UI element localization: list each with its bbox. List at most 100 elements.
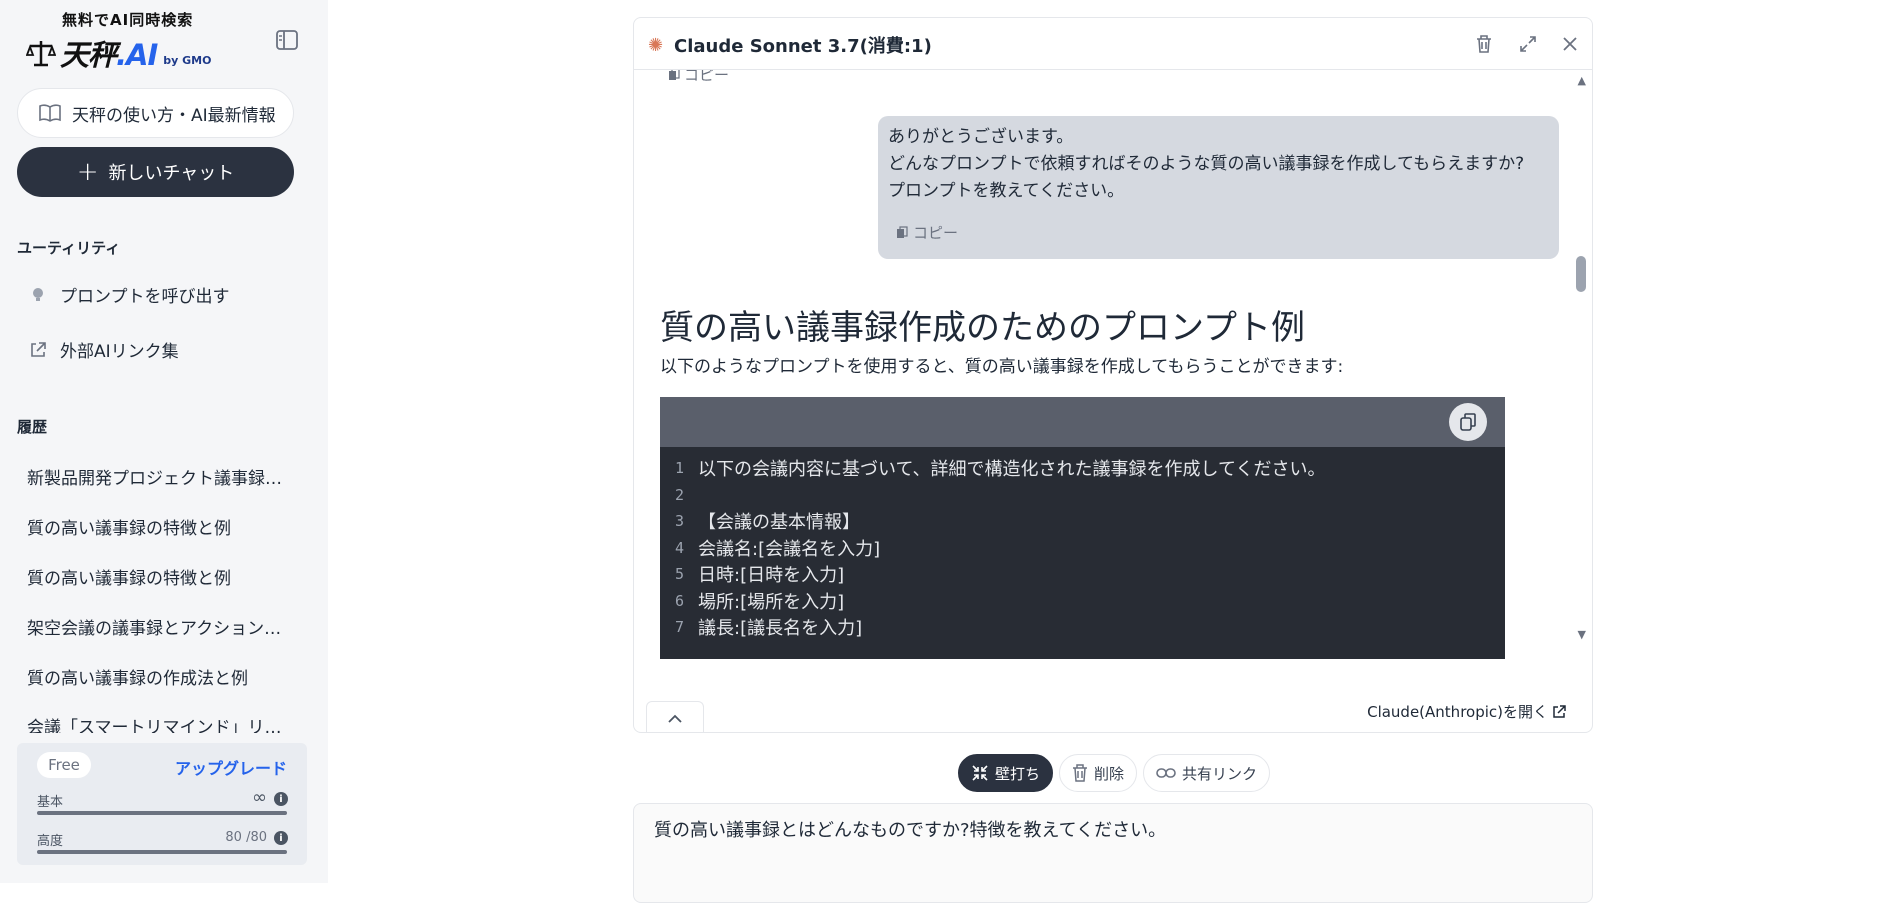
lightbulb-icon [33,287,43,301]
wall-label: 壁打ち [995,764,1041,783]
utility-item-label: 外部AIリンク集 [60,342,179,362]
plus-icon: + [76,157,99,187]
code-line: 6 場所:[場所を入力] [660,588,1505,615]
quota-advanced-value: 80 /80 [225,830,267,845]
sidebar: 無料でAI同時検索 天秤.AI by GMO 天秤の使い方・AI最新情報 + 新… [0,0,328,883]
history-item[interactable]: 質の高い議事録の特徴と例 [27,514,297,539]
chat-scroll-area[interactable]: コピー ありがとうございます。 どんなプロンプトで依頼すればそのような質の高い議… [634,70,1592,660]
code-line: 5 日時:[日時を入力] [660,561,1505,588]
expand-icon[interactable] [1516,32,1540,56]
code-line: 3 【会議の基本情報】 [660,508,1505,535]
code-line-number: 2 [674,485,684,504]
wall-button[interactable]: 壁打ち [958,754,1054,792]
copy-label: コピー [684,70,730,84]
scroll-up-arrow[interactable]: ▲ [1578,74,1586,87]
plan-tier-badge: Free [37,752,91,778]
scrollbar-thumb[interactable] [1576,256,1586,292]
code-line: 1 以下の会議内容に基づいて、詳細で構造化された議事録を作成してください。 [660,455,1505,482]
external-link-icon [31,341,46,357]
quota-basic-fill [37,811,287,815]
info-icon[interactable]: i [274,831,288,845]
quota-advanced-fill [37,850,287,854]
code-line-number: 6 [674,591,684,610]
code-line-number: 1 [674,459,684,478]
code-line-number: 3 [674,512,684,531]
model-name: Claude Sonnet 3.7(消費:1) [674,36,932,57]
copy-icon [897,226,908,238]
history-item[interactable]: 質の高い議事録の作成法と例 [27,664,297,689]
code-line-text: 以下の会議内容に基づいて、詳細で構造化された議事録を作成してください。 [698,459,1326,481]
trash-icon [1073,764,1088,782]
link-icon [1156,768,1176,778]
code-line-number: 5 [674,565,684,584]
sidebar-collapse-icon[interactable] [275,29,299,51]
utility-item-links[interactable]: 外部AIリンク集 [28,337,179,362]
reply-heading: 質の高い議事録作成のためのプロンプト例 [660,308,1305,348]
code-line-number: 4 [674,538,684,557]
code-line-text: 日時:[日時を入力] [698,565,845,587]
scale-icon [26,41,56,67]
chat-input[interactable]: 質の高い議事録とはどんなものですか?特徴を教えてください。 [633,803,1593,903]
history-item[interactable]: 会議「スマートリマインド」リリ… [27,713,297,733]
copy-label: コピー [913,224,959,242]
code-line: 2 [660,482,1505,509]
new-chat-label: 新しいチャット [108,163,235,184]
user-message-bubble: ありがとうございます。 どんなプロンプトで依頼すればそのような質の高い議事録を作… [878,116,1559,259]
close-icon[interactable] [1558,32,1582,56]
code-line: 7 議長:[議長名を入力] [660,614,1505,641]
utility-item-prompts[interactable]: プロンプトを呼び出す [28,282,230,307]
share-link-button[interactable]: 共有リンク [1143,754,1271,792]
code-line-text: 【会議の基本情報】 [698,512,860,534]
external-link-icon [1553,704,1566,718]
user-message-line: どんなプロンプトで依頼すればそのような質の高い議事録を作成してもらえますか? [888,154,1525,174]
book-icon [39,104,61,122]
panel-header: ✺ Claude Sonnet 3.7(消費:1) [634,18,1592,70]
new-chat-button[interactable]: + 新しいチャット [17,147,294,197]
logo-gmo: by GMO [163,53,212,67]
user-message-line: ありがとうございます。 [888,127,1074,147]
utility-item-label: プロンプトを呼び出す [60,287,230,307]
copy-icon [669,70,680,80]
code-copy-button[interactable] [1449,403,1487,441]
code-line: 4 会議名:[会議名を入力] [660,535,1505,562]
logo[interactable]: 天秤.AI by GMO [26,32,211,74]
trash-icon[interactable] [1472,32,1496,56]
user-message-line: プロンプトを教えてください。 [888,181,1125,201]
copy-button[interactable]: コピー [668,70,729,85]
code-block-header [660,397,1505,447]
quota-advanced-label: 高度 [37,834,64,849]
upgrade-link[interactable]: アップグレード [175,755,287,779]
copy-button[interactable]: コピー [896,222,958,243]
open-claude-link[interactable]: Claude(Anthropic)を開く [1367,701,1566,722]
quota-basic-bar [37,811,287,815]
code-line-text: 場所:[場所を入力] [698,591,845,613]
quota-advanced-bar [37,850,287,854]
logo-ai: .AI [116,38,158,72]
history-title: 履歴 [17,418,48,436]
info-icon[interactable]: i [274,792,288,806]
chevron-up-icon [668,714,682,723]
quota-basic-value: ∞ [252,787,267,808]
share-link-label: 共有リンク [1182,764,1258,783]
collapse-button[interactable] [646,701,704,732]
code-line-text: 会議名:[会議名を入力] [698,538,881,560]
howto-label: 天秤の使い方・AI最新情報 [72,105,276,126]
history-item[interactable]: 質の高い議事録の特徴と例 [27,564,297,589]
collapse-arrows-icon [972,765,988,781]
history-item[interactable]: 新製品開発プロジェクト議事録… [27,464,297,489]
delete-button[interactable]: 削除 [1059,754,1138,792]
scroll-down-arrow[interactable]: ▼ [1578,628,1586,641]
code-lines: 1 以下の会議内容に基づいて、詳細で構造化された議事録を作成してください。 2 3… [660,455,1505,641]
plan-box: Free アップグレード 基本 ∞ i 高度 80 /80 i [17,743,307,865]
logo-tagline: 無料でAI同時検索 [62,11,194,29]
copy-icon [1460,413,1476,431]
history-item[interactable]: 架空会議の議事録とアクション… [27,614,297,639]
claude-logo-icon: ✺ [648,35,664,56]
action-row: 壁打ち 削除 共有リンク [958,754,1271,792]
quota-basic-label: 基本 [37,795,64,810]
chat-panel: ✺ Claude Sonnet 3.7(消費:1) コピー ありがとうございます… [633,17,1593,733]
code-line-text: 議長:[議長名を入力] [698,618,863,640]
howto-button[interactable]: 天秤の使い方・AI最新情報 [17,88,294,138]
reply-intro: 以下のようなプロンプトを使用すると、質の高い議事録を作成してもらうことができます… [660,357,1344,377]
code-block: 1 以下の会議内容に基づいて、詳細で構造化された議事録を作成してください。 2 3… [660,397,1505,659]
